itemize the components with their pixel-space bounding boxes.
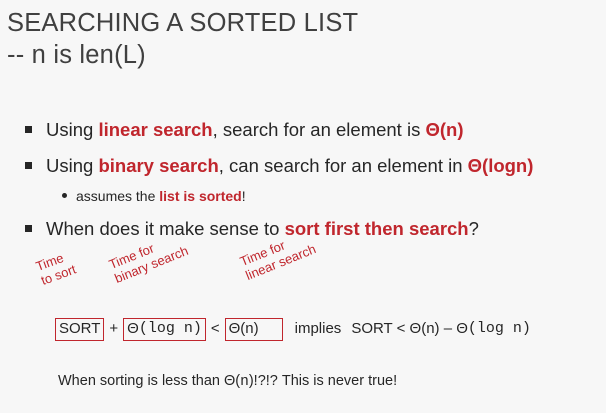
square-bullet-icon (25, 126, 32, 133)
binary-complexity: Θ(logn) (467, 155, 534, 176)
slide-title: SEARCHING A SORTED LIST -- n is len(L) (7, 7, 358, 71)
rhs-log: (log n) (467, 320, 531, 337)
square-bullet-icon (25, 225, 32, 232)
linear-search-box: Θ(n) (224, 317, 283, 341)
bullet-linear-search: Using linear search, search for an eleme… (22, 119, 463, 141)
rhs-expression: SORT < Θ(n) – Θ (351, 320, 468, 337)
slide-title-line1: SEARCHING A SORTED LIST (7, 9, 359, 37)
sort-first-term: sort first then search (284, 218, 469, 239)
annotation-time-to-sort: Time to sort (33, 250, 78, 288)
binary-search-box: Θ (log n) (123, 317, 206, 341)
conclusion-text: When sorting is less than Θ(n)!?!? This … (58, 373, 398, 390)
slide-title-line2: -- n is len(L) (7, 41, 146, 69)
round-bullet-icon (62, 193, 67, 198)
list-sorted-term: list is sorted (159, 188, 242, 204)
square-bullet-icon (25, 162, 32, 169)
implies-word: implies (294, 320, 342, 337)
less-than-sign: < (210, 320, 220, 337)
linear-search-term: linear search (98, 119, 213, 140)
sort-box: SORT (55, 317, 105, 341)
binary-search-term: binary search (98, 155, 219, 176)
inequality: SORT + Θ (log n) < Θ(n) implies SORT < Θ(… (55, 317, 531, 341)
linear-complexity: Θ(n) (425, 119, 464, 140)
bullet-sort-then-search: When does it make sense to sort first th… (22, 218, 479, 240)
bullet-binary-search: Using binary search, can search for an e… (22, 155, 533, 177)
sub-bullet-sorted: assumes the list is sorted! (62, 187, 246, 205)
plus-sign: + (109, 320, 119, 337)
